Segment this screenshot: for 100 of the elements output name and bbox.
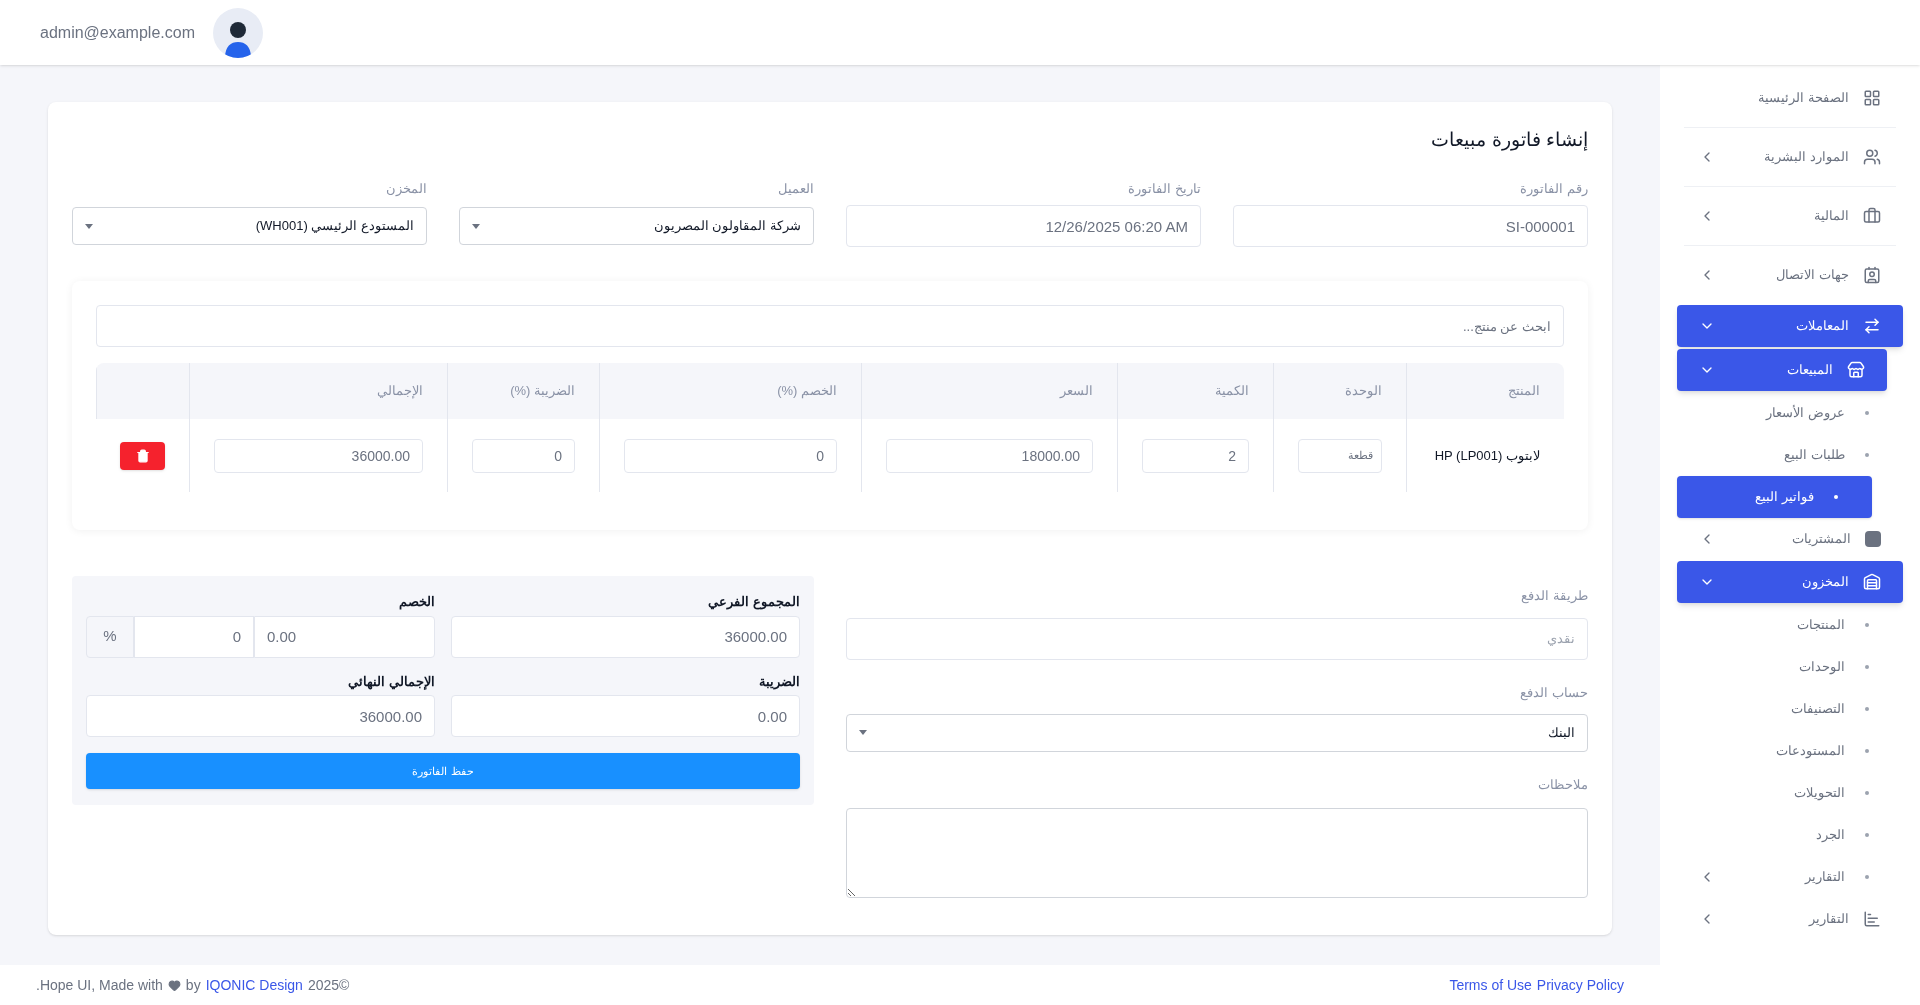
column-header: الخصم (%) — [777, 382, 837, 401]
sidebar-subitem[interactable]: المنتجات — [1677, 604, 1903, 646]
column-header: الضريبة (%) — [510, 382, 575, 401]
sidebar-item[interactable]: المبيعات — [1677, 349, 1887, 391]
field-label: ملاحظات — [1538, 776, 1588, 792]
sidebar-item-label: المبيعات — [1786, 361, 1833, 380]
sidebar-item-label: الموارد البشرية — [1763, 148, 1849, 167]
column-header: الكمية — [1215, 382, 1249, 401]
save-button[interactable]: حفظ الفاتورة — [86, 753, 800, 789]
discount-amount-field[interactable]: 0.00 — [254, 615, 435, 658]
sidebar-subitem[interactable]: المستودعات — [1677, 730, 1903, 772]
sidebar-subitem-label: الوحدات — [1798, 658, 1845, 677]
sidebar-subitem-label: طلبات البيع — [1783, 446, 1845, 465]
field-label: العميل — [777, 179, 814, 198]
sidebar-item[interactable]: المعاملات — [1677, 305, 1903, 347]
sidebar-subitem[interactable]: طلبات البيع — [1677, 434, 1903, 476]
caret-icon — [859, 730, 867, 735]
tax-field[interactable]: 0 — [472, 438, 575, 473]
column-header: المنتج — [1508, 382, 1540, 401]
sidebar-item-label: جهات الاتصال — [1775, 266, 1849, 285]
sidebar-item[interactable]: الموارد البشرية — [1677, 128, 1903, 186]
table-cell-text: لابتوب HP (LP001) — [1434, 446, 1540, 466]
footer-text: .Hope UI, Made with — [36, 975, 163, 995]
sidebar-item-label: التقارير — [1807, 910, 1849, 929]
footer-link[interactable]: Privacy Policy — [1536, 974, 1624, 996]
quantity-field[interactable]: 2 — [1142, 438, 1249, 473]
footer-link[interactable]: Terms of Use — [1449, 974, 1532, 996]
sidebar-item[interactable]: المشتريات — [1677, 518, 1903, 560]
column-header: الوحدة — [1345, 382, 1382, 401]
sidebar-item-label: المخزون — [1801, 573, 1849, 592]
column-header: الإجمالي — [377, 382, 423, 401]
percent-addon: % — [86, 615, 134, 658]
sidebar-subitem[interactable]: عروض الأسعار — [1677, 392, 1903, 434]
menu-icon — [1863, 148, 1881, 166]
sidebar-subitem-label: الجرد — [1815, 826, 1845, 845]
page-title: إنشاء فاتورة مبيعات — [1430, 128, 1588, 153]
search-field[interactable]: ابحث عن منتج... — [96, 305, 1564, 347]
field-label: المخزن — [385, 179, 427, 198]
select-field[interactable]: شركة المقاولون المصريون — [459, 207, 814, 245]
sidebar-item[interactable]: المالية — [1677, 187, 1903, 245]
sidebar-subitem[interactable]: فواتير البيع — [1677, 476, 1872, 518]
sidebar-item-label: المعاملات — [1795, 317, 1849, 336]
menu-icon — [1865, 531, 1881, 547]
price-field[interactable]: 18000.00 — [886, 438, 1093, 473]
field-label: المجموع الفرعي — [707, 593, 800, 612]
footer-link[interactable]: IQONIC Design — [205, 974, 303, 996]
column-header: السعر — [1060, 382, 1093, 401]
sidebar-subitem-label: المستودعات — [1775, 742, 1845, 761]
sidebar-subitem-label: التقارير — [1803, 868, 1845, 887]
field-label: تاريخ الفاتورة — [1127, 179, 1201, 198]
discount-percent-field[interactable]: 0 — [134, 615, 254, 658]
select-field[interactable]: المستودع الرئيسي (WH001) — [72, 207, 427, 245]
notes-field[interactable] — [846, 807, 1588, 898]
subtotal-field[interactable]: 36000.00 — [451, 615, 800, 658]
grand-total-field[interactable]: 36000.00 — [86, 695, 435, 737]
field-label: الضريبة — [758, 672, 800, 691]
sidebar-item-label: المالية — [1813, 207, 1849, 226]
field-label: حساب الدفع — [1520, 684, 1588, 700]
unit-field[interactable]: قطعة — [1298, 438, 1382, 473]
menu-icon — [1863, 910, 1881, 928]
caret-icon — [472, 223, 480, 229]
sidebar-item-label: المشتريات — [1791, 530, 1851, 549]
delete-button[interactable] — [120, 441, 165, 470]
trash-icon — [135, 448, 150, 463]
sidebar-subitem-label: المنتجات — [1796, 616, 1845, 635]
input-field[interactable]: 12/26/2025 06:20 AM — [846, 205, 1201, 247]
sidebar-subitem-label: عروض الأسعار — [1764, 404, 1845, 423]
sidebar-item-label: الصفحة الرئيسية — [1757, 89, 1849, 108]
menu-icon — [1847, 361, 1865, 379]
user-email: admin@example.com — [40, 22, 195, 43]
sidebar-subitem[interactable]: الجرد — [1677, 814, 1903, 856]
select-value: المستودع الرئيسي (WH001) — [255, 217, 414, 236]
sidebar-subitem-label: التصنيفات — [1790, 700, 1845, 719]
menu-icon — [1863, 573, 1881, 591]
field-label: طريقة الدفع — [1520, 587, 1588, 606]
payment-account-select[interactable]: البنك — [846, 713, 1588, 752]
select-value: شركة المقاولون المصريون — [653, 217, 801, 236]
menu-icon — [1863, 207, 1881, 225]
discount-field[interactable]: 0 — [624, 438, 837, 473]
sidebar-subitem[interactable]: التقارير — [1677, 856, 1903, 898]
sidebar-subitem[interactable]: الوحدات — [1677, 646, 1903, 688]
field-label: الخصم — [398, 593, 435, 612]
sidebar-item[interactable]: الصفحة الرئيسية — [1677, 69, 1903, 127]
tax-total-field[interactable]: 0.00 — [451, 695, 800, 737]
total-field[interactable]: 36000.00 — [214, 438, 423, 473]
sidebar-item[interactable]: المخزون — [1677, 561, 1903, 603]
field-label: الإجمالي النهائي — [347, 672, 435, 691]
sidebar-subitem[interactable]: التحويلات — [1677, 772, 1903, 814]
footer-text: 2025© — [307, 975, 350, 995]
input-field[interactable]: SI-000001 — [1233, 205, 1588, 247]
sidebar-item[interactable]: جهات الاتصال — [1677, 246, 1903, 304]
caret-icon — [85, 223, 93, 229]
menu-icon — [1863, 89, 1881, 107]
sidebar-item[interactable]: التقارير — [1677, 898, 1903, 940]
menu-icon — [1863, 317, 1881, 335]
sidebar-subitem-label: التحويلات — [1793, 784, 1845, 803]
sidebar-subitem[interactable]: التصنيفات — [1677, 688, 1903, 730]
field-label: رقم الفاتورة — [1519, 179, 1588, 198]
payment-method-field[interactable]: نقدي — [846, 617, 1588, 660]
footer-text: by — [185, 975, 201, 995]
